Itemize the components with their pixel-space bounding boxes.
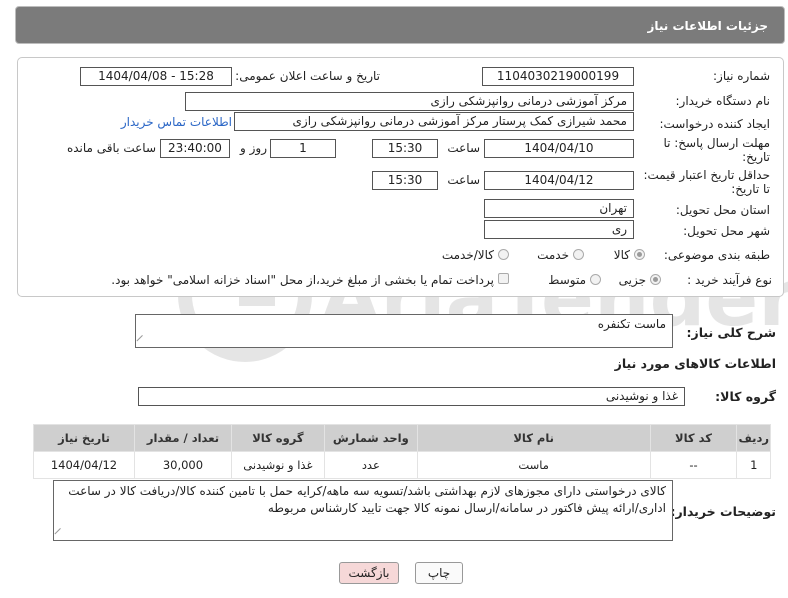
requester-label: ایجاد کننده درخواست: (659, 117, 770, 131)
treasury-payment-checkbox[interactable] (498, 273, 509, 284)
price-date-field[interactable]: 1404/04/12 (484, 171, 634, 190)
category-option-goods-service: کالا/خدمت (441, 248, 494, 262)
treasury-payment-note: پرداخت تمام یا بخشی از مبلغ خرید،از محل … (111, 273, 494, 287)
col-need-date: تاریخ نیاز (33, 424, 135, 452)
category-label: طبقه بندی موضوعی: (663, 248, 770, 262)
announce-datetime-label: تاریخ و ساعت اعلان عمومی: (235, 69, 380, 83)
announce-datetime-field[interactable]: 1404/04/08 - 15:28 (80, 67, 232, 86)
province-field[interactable]: تهران (484, 199, 634, 218)
goods-group-field[interactable]: غذا و نوشیدنی (138, 387, 685, 406)
general-desc-text: ماست تکنفره (597, 317, 666, 331)
price-time-field[interactable]: 15:30 (372, 171, 438, 190)
reply-time-field[interactable]: 15:30 (372, 139, 438, 158)
reply-remaining-field[interactable]: 23:40:00 (160, 139, 230, 158)
reply-days-field[interactable]: 1 (270, 139, 336, 158)
buyer-notes-label: توضیحات خریدار: (670, 504, 776, 519)
reply-date-field[interactable]: 1404/04/10 (484, 139, 634, 158)
category-radio-goods-service[interactable] (498, 249, 509, 260)
col-unit: واحد شمارش (323, 424, 418, 452)
back-button[interactable]: بازگشت (339, 562, 399, 584)
table-row[interactable]: 1 -- ماست عدد غذا و نوشیدنی 30,000 1404/… (33, 451, 771, 479)
goods-group-label: گروه کالا: (715, 389, 776, 404)
category-radio-service[interactable] (573, 249, 584, 260)
cell-row: 1 (736, 451, 771, 479)
city-field[interactable]: ری (484, 220, 634, 239)
need-number-label: شماره نیاز: (713, 69, 770, 83)
reply-deadline-label-2: تاریخ: (742, 150, 770, 164)
reply-deadline-label: مهلت ارسال پاسخ: تا (663, 136, 770, 150)
col-code: کد کالا (649, 424, 738, 452)
print-button[interactable]: چاپ (415, 562, 463, 584)
process-option-medium: متوسط (548, 273, 586, 287)
cell-group: غذا و نوشیدنی (230, 451, 325, 479)
category-option-service: خدمت (537, 248, 569, 262)
col-name: نام کالا (416, 424, 651, 452)
items-table: ردیف کد کالا نام کالا واحد شمارش گروه کا… (33, 424, 771, 479)
days-label: روز و (240, 141, 267, 155)
city-label: شهر محل تحویل: (683, 224, 770, 238)
province-label: استان محل تحویل: (675, 203, 770, 217)
category-radio-goods[interactable] (634, 249, 645, 260)
general-desc-textarea[interactable]: ماست تکنفره (135, 314, 673, 348)
page-header: جزئیات اطلاعات نیاز (15, 6, 785, 44)
cell-name: ماست (416, 451, 651, 479)
buyer-org-field[interactable]: مرکز آموزشی درمانی روانپزشکی رازی (185, 92, 634, 111)
price-time-label: ساعت (447, 173, 480, 187)
remaining-label: ساعت باقی مانده (66, 141, 156, 155)
price-validity-label-2: تا تاریخ: (731, 182, 770, 196)
buyer-notes-text: کالای درخواستی دارای مجوزهای لازم بهداشت… (68, 484, 666, 515)
cell-need-date: 1404/04/12 (33, 451, 135, 479)
cell-unit: عدد (323, 451, 418, 479)
cell-code: -- (649, 451, 738, 479)
buyer-org-label: نام دستگاه خریدار: (675, 94, 771, 108)
requester-field[interactable]: محمد شیرازی کمک پرستار مرکز آموزشی درمان… (234, 112, 634, 131)
category-option-goods: کالا (613, 248, 630, 262)
process-option-partial: جزیی (618, 273, 646, 287)
items-info-heading: اطلاعات کالاهای مورد نیاز (614, 356, 776, 371)
price-validity-label: حداقل تاریخ اعتبار قیمت: (643, 168, 770, 182)
buyer-notes-textarea[interactable]: کالای درخواستی دارای مجوزهای لازم بهداشت… (53, 480, 673, 541)
reply-time-label: ساعت (447, 141, 480, 155)
resize-grip-icon[interactable] (54, 527, 67, 541)
process-radio-medium[interactable] (590, 274, 601, 285)
col-row: ردیف (736, 424, 771, 452)
items-table-header: ردیف کد کالا نام کالا واحد شمارش گروه کا… (33, 424, 771, 452)
general-desc-label: شرح کلی نیاز: (686, 325, 776, 340)
need-number-field[interactable]: 1104030219000199 (482, 67, 634, 86)
col-group: گروه کالا (230, 424, 325, 452)
process-label: نوع فرآیند خرید : (687, 273, 772, 287)
col-quantity: تعداد / مقدار (134, 424, 232, 452)
cell-quantity: 30,000 (134, 451, 232, 479)
resize-grip-icon[interactable] (136, 334, 149, 348)
process-radio-partial[interactable] (650, 274, 661, 285)
buyer-contact-link[interactable]: اطلاعات تماس خریدار (121, 115, 232, 129)
